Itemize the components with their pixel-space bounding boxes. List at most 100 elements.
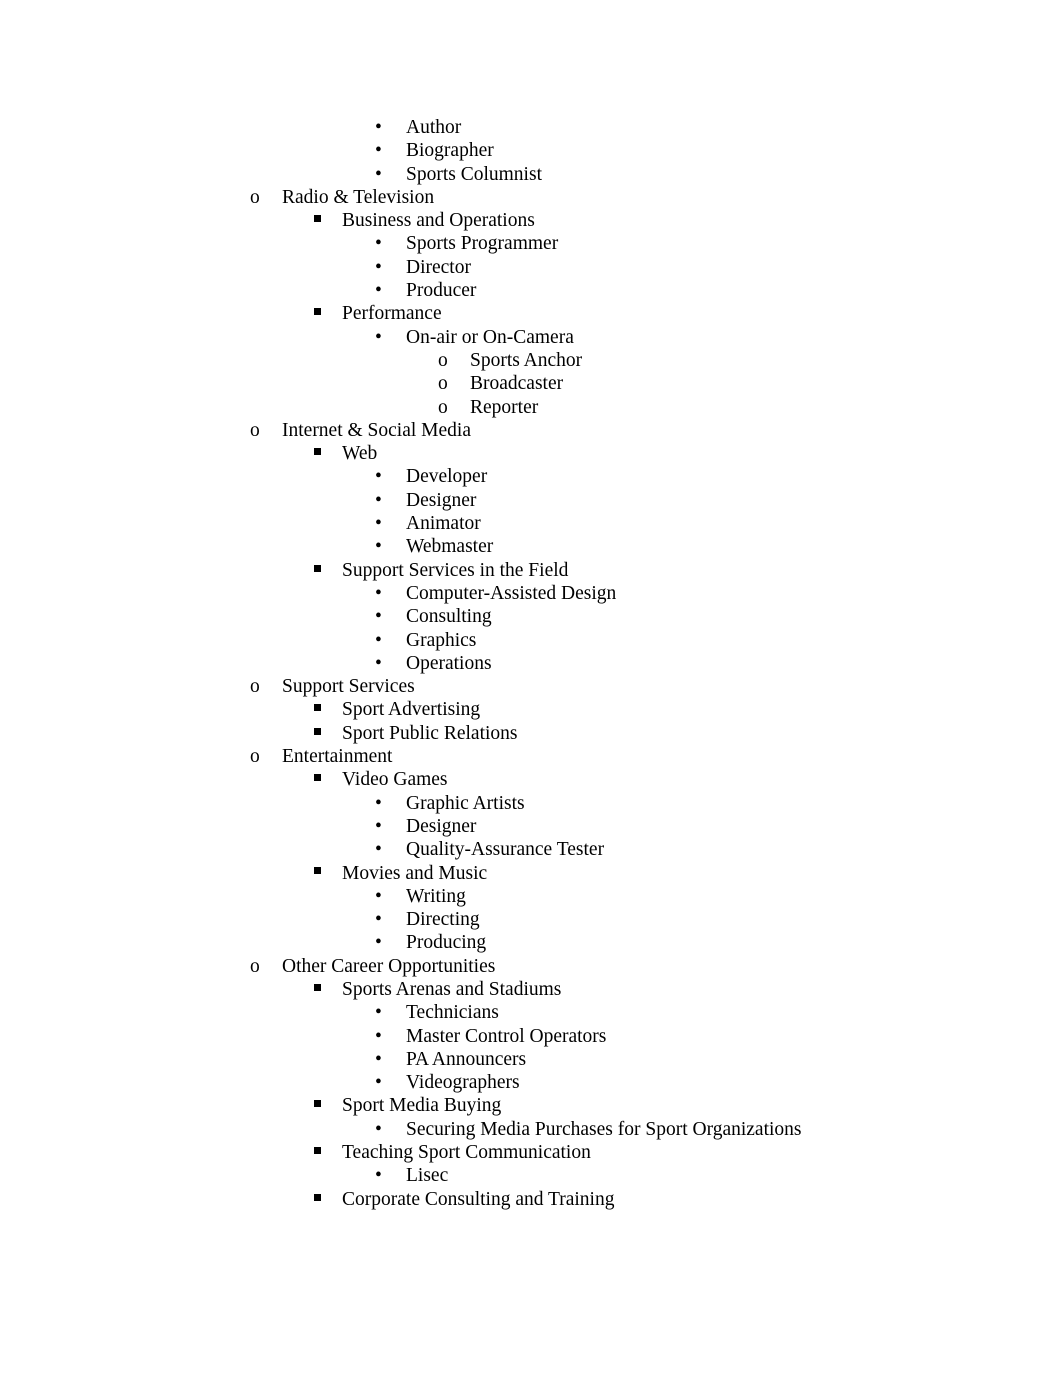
square-bullet-glyph <box>314 308 321 316</box>
outline-item-label: Master Control Operators <box>406 1025 607 1047</box>
outline-item-label: Teaching Sport Communication <box>342 1142 591 1164</box>
square-bullet-icon <box>314 698 321 721</box>
round-bullet-icon: • <box>375 652 382 674</box>
outline-item: • Quality-Assurance Tester <box>0 838 1062 861</box>
outline-item: Business and Operations <box>0 209 1062 232</box>
outline-item: • Directing <box>0 908 1062 931</box>
outline-item-label: Biographer <box>406 140 494 162</box>
square-bullet-icon <box>314 442 321 465</box>
outline-item-label: Broadcaster <box>470 373 564 395</box>
outline-item-label: Animator <box>406 513 481 535</box>
outline-item-label: Director <box>406 256 471 278</box>
outline-item: o Broadcaster <box>0 372 1062 395</box>
outline-item: • Producer <box>0 279 1062 302</box>
round-bullet-icon: • <box>375 163 382 185</box>
square-bullet-icon <box>314 768 321 791</box>
outline-item: • PA Announcers <box>0 1048 1062 1071</box>
square-bullet-icon <box>314 978 321 1001</box>
circle-letter-bullet-icon: o <box>438 349 448 371</box>
round-bullet-icon: • <box>375 606 382 628</box>
round-bullet-icon: • <box>375 1048 382 1070</box>
outline-item-label: Lisec <box>406 1165 449 1187</box>
square-bullet-icon <box>314 1141 321 1164</box>
outline-item-label: Sport Public Relations <box>342 722 518 744</box>
outline-item-label: Internet & Social Media <box>282 419 471 441</box>
outline-item: • Animator <box>0 512 1062 535</box>
circle-letter-bullet-icon: o <box>438 373 448 395</box>
square-bullet-icon <box>314 1094 321 1117</box>
round-bullet-icon: • <box>375 909 382 931</box>
outline-item: Teaching Sport Communication <box>0 1141 1062 1164</box>
outline-item: Sport Media Buying <box>0 1094 1062 1117</box>
outline-item: • Lisec <box>0 1164 1062 1187</box>
outline-item: o Entertainment <box>0 745 1062 768</box>
round-bullet-icon: • <box>375 1002 382 1024</box>
circle-letter-bullet-icon: o <box>250 955 260 977</box>
outline-item-label: Reporter <box>470 396 539 418</box>
outline-item: o Radio & Television <box>0 186 1062 209</box>
outline-item-label: Other Career Opportunities <box>282 955 496 977</box>
outline-item: • Sports Programmer <box>0 232 1062 255</box>
outline-item: Sports Arenas and Stadiums <box>0 978 1062 1001</box>
outline-item: • Graphic Artists <box>0 792 1062 815</box>
outline-item: Sport Public Relations <box>0 722 1062 745</box>
outline-item: Web <box>0 442 1062 465</box>
outline-item: • Designer <box>0 489 1062 512</box>
outline-item-label: Sport Advertising <box>342 699 481 721</box>
outline-item-label: Sports Anchor <box>470 349 583 371</box>
round-bullet-icon: • <box>375 1165 382 1187</box>
outline-item: • Operations <box>0 652 1062 675</box>
outline-item: • Videographers <box>0 1071 1062 1094</box>
round-bullet-icon: • <box>375 932 382 954</box>
outline-item-label: Designer <box>406 815 477 837</box>
square-bullet-glyph <box>314 704 321 712</box>
round-bullet-icon: • <box>375 233 382 255</box>
outline-item-label: Computer-Assisted Design <box>406 582 617 604</box>
outline-item: • Producing <box>0 931 1062 954</box>
round-bullet-icon: • <box>375 1025 382 1047</box>
circle-letter-bullet-icon: o <box>250 419 260 441</box>
square-bullet-glyph <box>314 1147 321 1155</box>
career-outline-list: • Author • Biographer • Sports Columnist o Radi… <box>0 116 1062 1211</box>
round-bullet-icon: • <box>375 792 382 814</box>
outline-item: • Author <box>0 116 1062 139</box>
square-bullet-icon <box>314 862 321 885</box>
outline-item: o Reporter <box>0 396 1062 419</box>
outline-item-label: Sports Arenas and Stadiums <box>342 978 562 1000</box>
outline-item-label: Graphic Artists <box>406 792 525 814</box>
round-bullet-icon: • <box>375 140 382 162</box>
outline-item-label: Radio & Television <box>282 186 435 208</box>
outline-item-label: On-air or On-Camera <box>406 326 574 348</box>
outline-item-label: Securing Media Purchases for Sport Organ… <box>406 1118 802 1140</box>
outline-item: • Webmaster <box>0 535 1062 558</box>
outline-item-label: Developer <box>406 466 488 488</box>
square-bullet-glyph <box>314 448 321 456</box>
outline-item: Corporate Consulting and Training <box>0 1188 1062 1211</box>
outline-item-label: Designer <box>406 489 477 511</box>
outline-item-label: Directing <box>406 909 480 931</box>
round-bullet-icon: • <box>375 280 382 302</box>
outline-item: Support Services in the Field <box>0 559 1062 582</box>
square-bullet-glyph <box>314 727 321 735</box>
square-bullet-glyph <box>314 564 321 572</box>
round-bullet-icon: • <box>375 629 382 651</box>
outline-item-label: PA Announcers <box>406 1048 527 1070</box>
outline-item: • On-air or On-Camera <box>0 326 1062 349</box>
square-bullet-icon <box>314 1188 321 1211</box>
circle-letter-bullet-icon: o <box>438 396 448 418</box>
outline-item-label: Web <box>342 443 378 465</box>
outline-item-label: Sports Programmer <box>406 233 559 255</box>
outline-item: o Sports Anchor <box>0 349 1062 372</box>
outline-item-label: Performance <box>342 303 442 325</box>
outline-item: • Designer <box>0 815 1062 838</box>
outline-item-label: Webmaster <box>406 536 494 558</box>
square-bullet-glyph <box>314 867 321 875</box>
outline-item-label: Author <box>406 117 462 138</box>
square-bullet-icon <box>314 722 321 745</box>
round-bullet-icon: • <box>375 885 382 907</box>
outline-item-label: Entertainment <box>282 746 393 768</box>
outline-item: • Technicians <box>0 1001 1062 1024</box>
circle-letter-bullet-icon: o <box>250 746 260 768</box>
outline-item: • Master Control Operators <box>0 1025 1062 1048</box>
outline-item-label: Sports Columnist <box>406 163 542 185</box>
